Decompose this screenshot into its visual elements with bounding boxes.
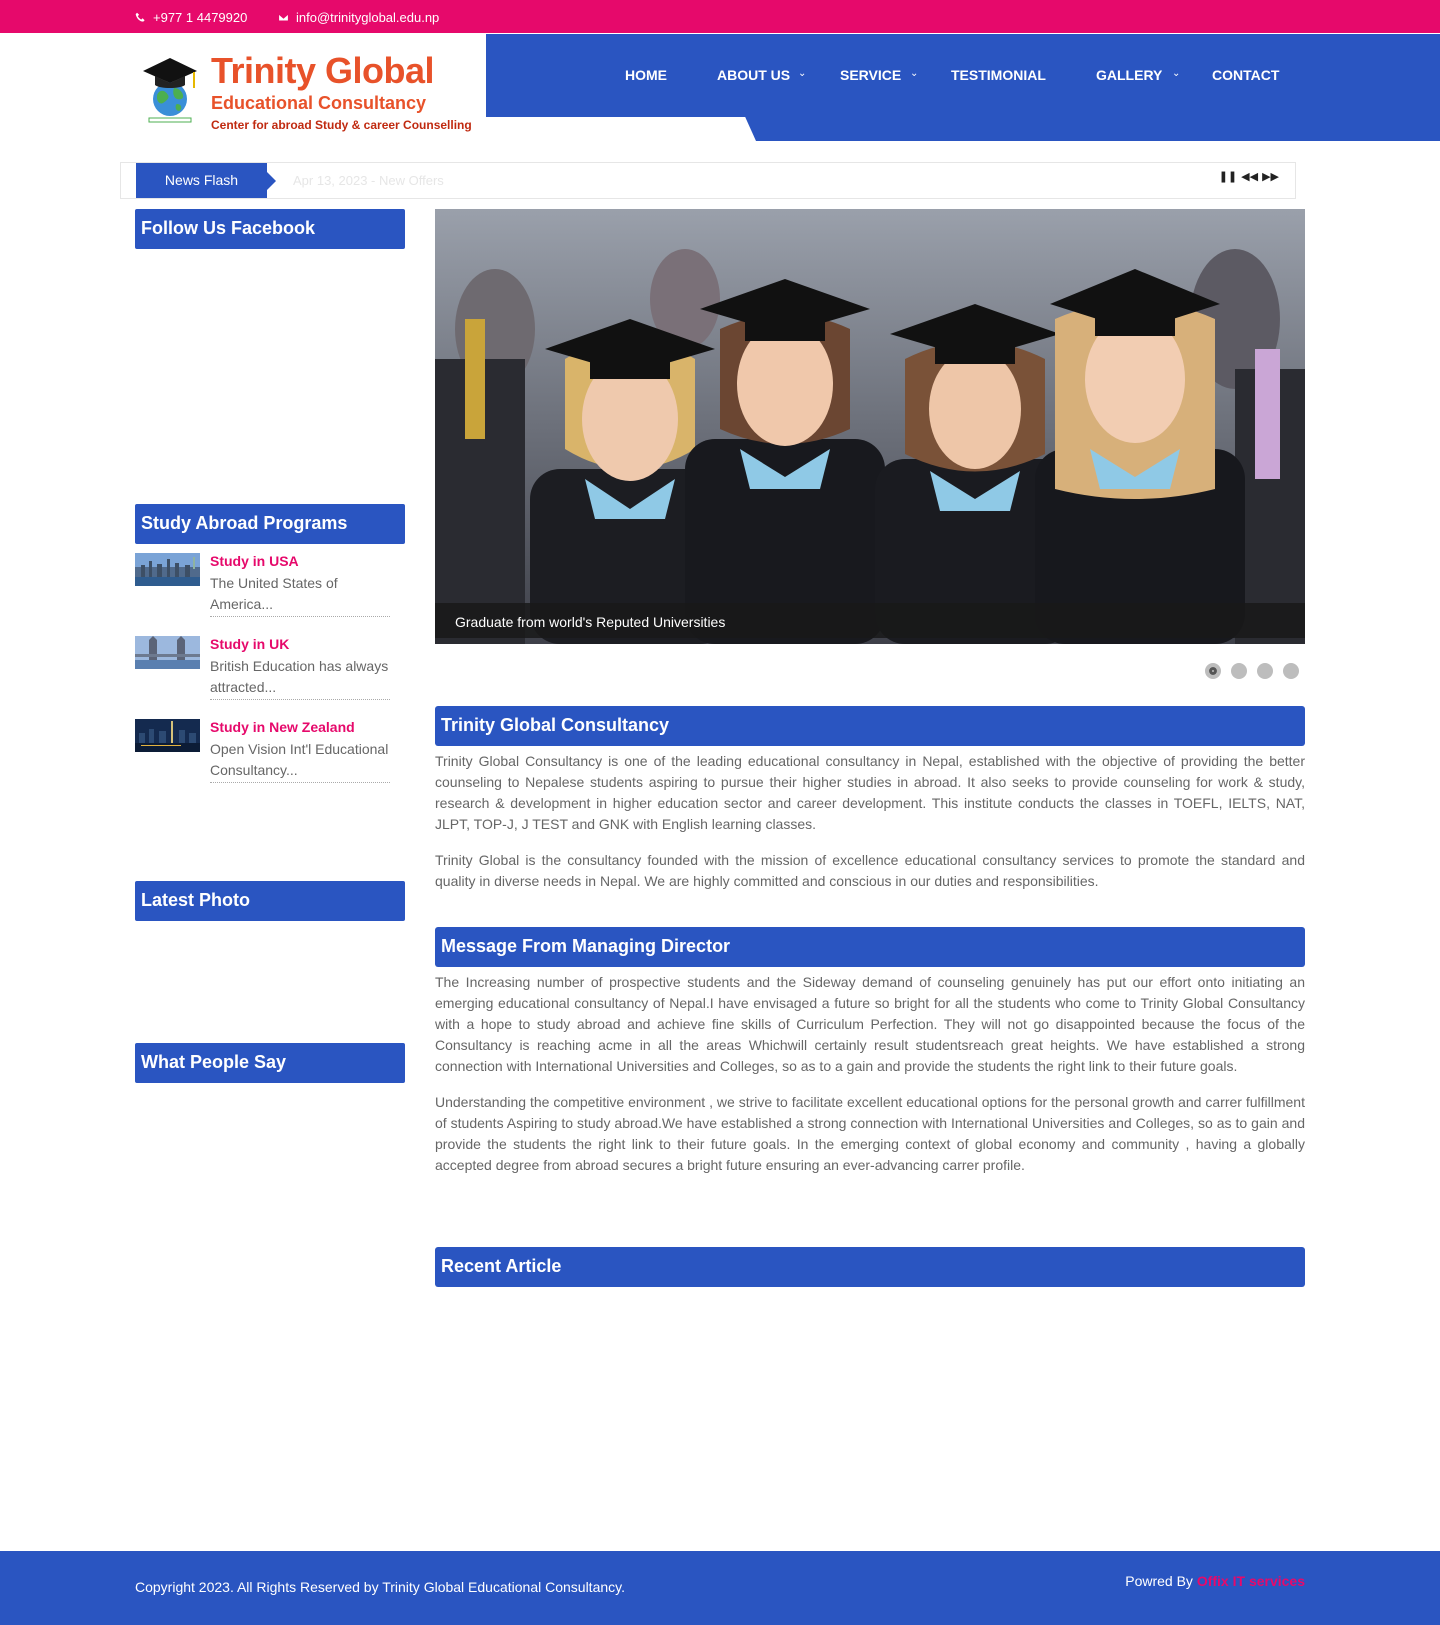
program-description: British Education has always attracted..… — [210, 656, 390, 700]
logo-tagline: Center for abroad Study & career Counsel… — [211, 118, 472, 132]
phone-contact[interactable]: +977 1 4479920 — [135, 10, 247, 25]
program-item[interactable]: Study in USA The United States of Americ… — [135, 553, 395, 623]
program-title[interactable]: Study in USA — [210, 553, 299, 569]
top-bar: +977 1 4479920 info@trinityglobal.edu.np — [0, 0, 1440, 33]
logo-subtitle: Educational Consultancy — [211, 93, 427, 113]
nav-home[interactable]: HOME — [625, 67, 667, 83]
pause-icon[interactable]: ❚❚ — [1219, 170, 1237, 183]
uk-bridge-thumbnail — [135, 636, 200, 669]
site-footer: Copyright 2023. All Rights Reserved by T… — [0, 1551, 1440, 1625]
director-message-paragraph: Understanding the competitive environmen… — [435, 1094, 1305, 1173]
program-description: Open Vision Int'l Educational Consultanc… — [210, 739, 390, 783]
next-icon[interactable]: ▶▶ — [1262, 170, 1279, 183]
new-zealand-city-thumbnail — [135, 719, 200, 752]
copyright-text: Copyright 2023. All Rights Reserved by T… — [135, 1579, 625, 1595]
envelope-icon — [278, 13, 289, 22]
programs-section-heading: Study Abroad Programs — [135, 504, 405, 544]
nav-testimonial[interactable]: TESTIMONIAL — [951, 67, 1046, 83]
slider-dot[interactable] — [1257, 663, 1273, 679]
site-logo[interactable]: Trinity Global Educational Consultancy C… — [135, 44, 486, 136]
what-people-say-heading: What People Say — [135, 1043, 405, 1083]
news-flash-bar: News Flash Apr 13, 2023 - New Offers ❚❚ … — [120, 162, 1296, 199]
program-description: The United States of America... — [210, 573, 390, 617]
email-contact[interactable]: info@trinityglobal.edu.np — [278, 10, 439, 25]
chevron-down-icon[interactable]: ⌄ — [798, 68, 806, 79]
facebook-section-heading: Follow Us Facebook — [135, 209, 405, 249]
hero-slider[interactable]: Graduate from world's Reputed Universiti… — [435, 209, 1305, 644]
nav-gallery[interactable]: GALLERY — [1096, 67, 1162, 83]
previous-icon[interactable]: ◀◀ — [1241, 170, 1258, 183]
slider-caption: Graduate from world's Reputed Universiti… — [435, 603, 1305, 638]
slider-dot[interactable] — [1231, 663, 1247, 679]
recent-article-heading: Recent Article — [435, 1247, 1305, 1287]
phone-icon — [135, 12, 145, 22]
nav-contact[interactable]: CONTACT — [1212, 67, 1279, 83]
email-address: info@trinityglobal.edu.np — [296, 10, 440, 25]
powered-by: Powred By Offix IT services — [1125, 1573, 1305, 1589]
graduates-photo — [435, 209, 1305, 644]
director-message-paragraph: The Increasing number of prospective stu… — [435, 974, 1305, 1074]
graduation-globe-icon — [143, 58, 197, 123]
program-item[interactable]: Study in UK British Education has always… — [135, 636, 395, 706]
program-title[interactable]: Study in New Zealand — [210, 719, 355, 735]
slider-pagination — [1205, 663, 1299, 679]
phone-number: +977 1 4479920 — [153, 10, 248, 25]
nav-cut-decoration — [486, 117, 756, 141]
news-ticker-text[interactable]: Apr 13, 2023 - New Offers — [293, 173, 444, 188]
program-title[interactable]: Study in UK — [210, 636, 289, 652]
about-heading: Trinity Global Consultancy — [435, 706, 1305, 746]
main-nav: HOME ABOUT US ⌄ SERVICE ⌄ TESTIMONIAL GA… — [0, 67, 1440, 87]
about-paragraph: Trinity Global is the consultancy founde… — [435, 852, 1305, 889]
powered-by-label: Powred By — [1125, 1573, 1193, 1589]
powered-by-link[interactable]: Offix IT services — [1197, 1573, 1305, 1589]
slider-dot[interactable] — [1205, 663, 1221, 679]
about-paragraph: Trinity Global Consultancy is one of the… — [435, 753, 1305, 832]
news-flash-label: News Flash — [136, 163, 276, 198]
news-controls: ❚❚ ◀◀ ▶▶ — [1219, 170, 1279, 183]
nav-service[interactable]: SERVICE — [840, 67, 901, 83]
usa-city-thumbnail — [135, 553, 200, 586]
director-message-heading: Message From Managing Director — [435, 927, 1305, 967]
chevron-down-icon[interactable]: ⌄ — [910, 68, 918, 79]
chevron-down-icon[interactable]: ⌄ — [1172, 68, 1180, 79]
latest-photo-heading: Latest Photo — [135, 881, 405, 921]
nav-about-us[interactable]: ABOUT US — [717, 67, 790, 83]
slider-dot[interactable] — [1283, 663, 1299, 679]
program-item[interactable]: Study in New Zealand Open Vision Int'l E… — [135, 719, 395, 789]
